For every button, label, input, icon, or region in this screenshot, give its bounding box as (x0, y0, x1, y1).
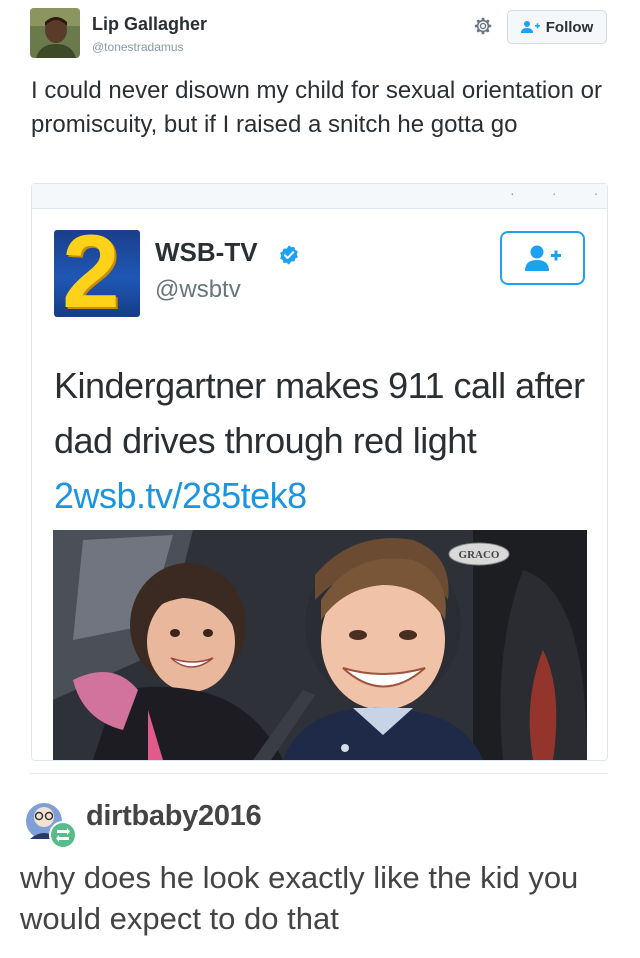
follow-user-icon (520, 21, 540, 33)
quoted-text-body: Kindergartner makes 911 call after dad d… (54, 365, 585, 461)
quoted-tweet-text: Kindergartner makes 911 call after dad d… (54, 358, 594, 523)
follow-user-icon (524, 245, 561, 271)
tweet-text: I could never disown my child for sexual… (31, 77, 602, 138)
reblogger-avatar[interactable] (22, 797, 82, 852)
quoted-account-name[interactable]: WSB-TV (155, 237, 258, 268)
verified-badge-icon (278, 244, 300, 266)
wsb-logo[interactable]: 2 (54, 230, 140, 317)
author-handle[interactable]: @tonestradamus (92, 40, 184, 54)
quoted-account-handle[interactable]: @wsbtv (155, 276, 241, 304)
follow-wsb-button[interactable] (500, 231, 585, 285)
divider (30, 773, 608, 774)
follow-button[interactable]: Follow (507, 10, 607, 44)
quoted-link[interactable]: 2wsb.tv/285tek8 (54, 475, 307, 516)
author-avatar[interactable] (30, 8, 80, 58)
logo-number: 2 (62, 230, 120, 317)
gear-icon[interactable] (472, 15, 494, 37)
reblog-comment: why does he look exactly like the kid yo… (20, 860, 579, 936)
graco-badge-text: GRACO (459, 549, 500, 561)
reblog-icon (49, 821, 77, 849)
reblogger-username[interactable]: dirtbaby2016 (86, 800, 262, 833)
follow-label: Follow (545, 18, 594, 36)
strip-dots: · · · (510, 185, 617, 201)
author-name[interactable]: Lip Gallagher (92, 14, 207, 35)
news-photo[interactable]: GRACO (53, 530, 587, 760)
